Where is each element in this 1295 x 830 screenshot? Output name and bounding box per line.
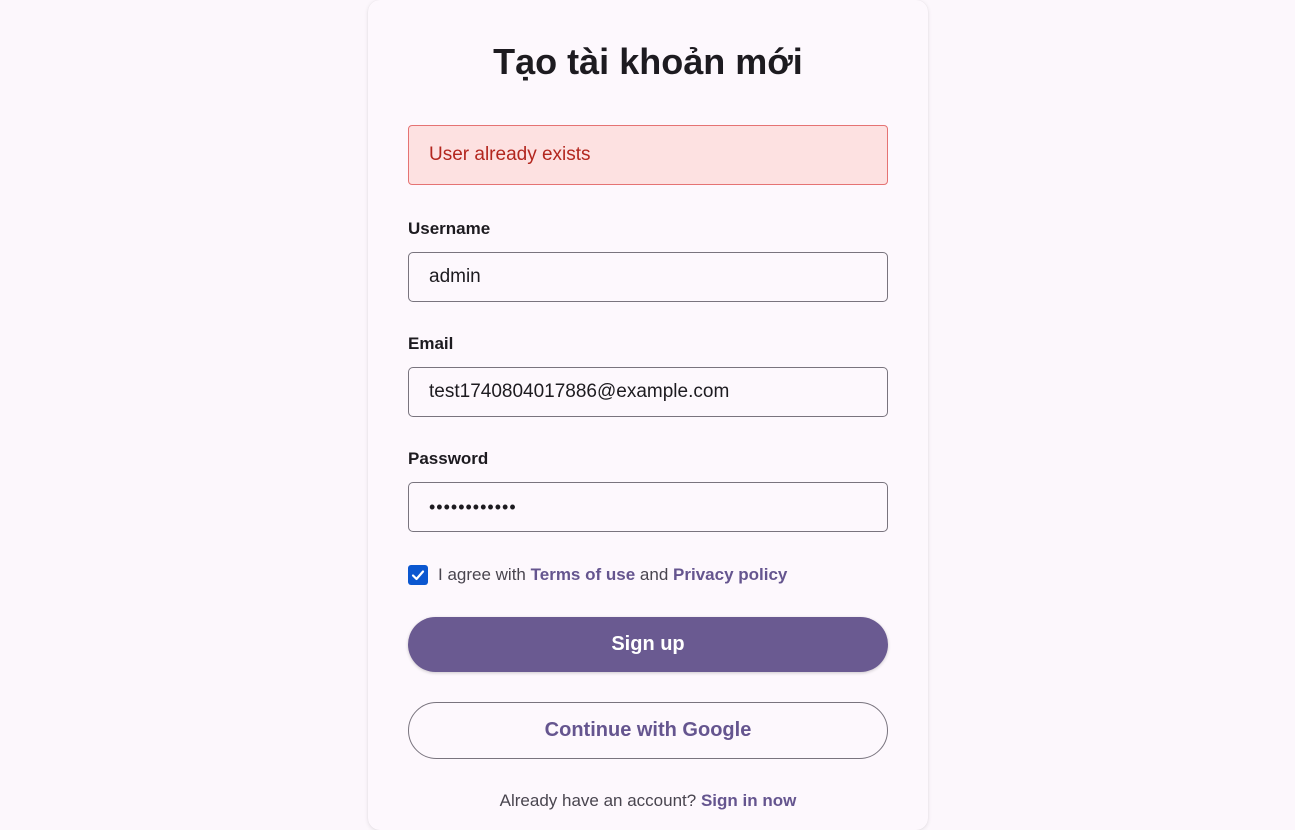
signup-button-label: Sign up [611, 633, 685, 655]
agree-and: and [639, 565, 669, 584]
agree-row: I agree with Terms of use and Privacy po… [408, 563, 888, 587]
username-input[interactable]: admin [408, 252, 888, 302]
email-label: Email [408, 334, 454, 353]
error-alert: User already exists [408, 125, 888, 185]
agree-prefix: I agree with [438, 565, 526, 584]
google-button-label: Continue with Google [544, 719, 752, 741]
error-message: User already exists [429, 144, 591, 165]
password-value: •••••••••••• [429, 496, 517, 517]
email-value: test1740804017886@example.com [429, 381, 730, 402]
signup-button[interactable]: Sign up [408, 617, 888, 672]
page-title: Tạo tài khoản mới [493, 41, 803, 82]
signin-prompt: Already have an account? [499, 791, 697, 810]
check-icon [411, 570, 425, 581]
username-value: admin [429, 266, 481, 287]
signin-link[interactable]: Sign in now [701, 791, 796, 810]
google-button[interactable]: Continue with Google [408, 702, 888, 759]
email-input[interactable]: test1740804017886@example.com [408, 367, 888, 417]
email-group: Email test1740804017886@example.com [408, 333, 888, 417]
signin-row: Already have an account? Sign in now [408, 790, 888, 812]
signup-card: Tạo tài khoản mới User already exists Us… [368, 0, 928, 830]
terms-link[interactable]: Terms of use [531, 565, 636, 585]
agree-checkbox[interactable] [408, 565, 428, 585]
password-label: Password [408, 449, 489, 468]
username-group: Username admin [408, 218, 888, 302]
password-group: Password •••••••••••• [408, 448, 888, 532]
password-input[interactable]: •••••••••••• [408, 482, 888, 532]
privacy-link[interactable]: Privacy policy [673, 565, 787, 585]
username-label: Username [408, 219, 491, 238]
